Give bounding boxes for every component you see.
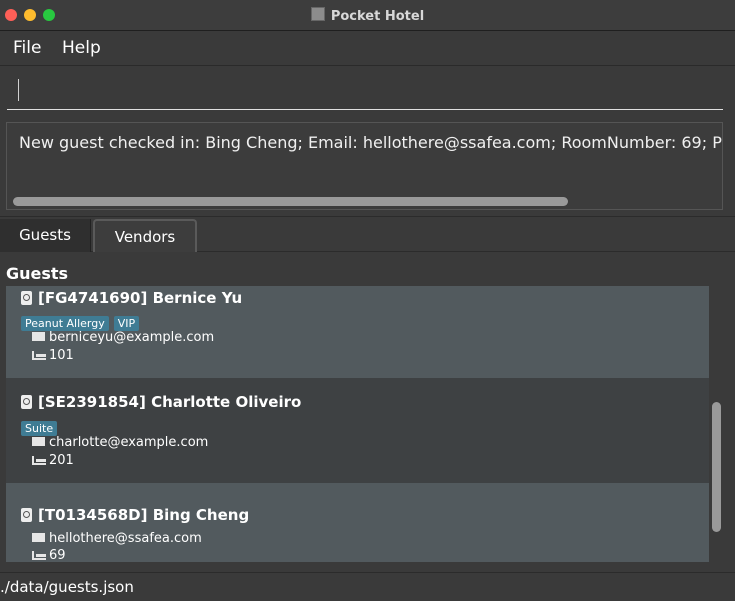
mail-icon: [32, 332, 45, 341]
tag-badge: VIP: [113, 316, 140, 331]
guest-name: Bing Cheng: [152, 506, 250, 524]
guest-card[interactable]: [T0134568D] Bing Cheng hellothere@ssafea…: [6, 483, 709, 562]
bed-icon: [32, 551, 46, 560]
menu-help[interactable]: Help: [62, 38, 101, 58]
guest-email: hellothere@ssafea.com: [49, 531, 202, 546]
guest-room-row: 201: [32, 453, 74, 468]
guest-list-heading: Guests: [6, 264, 69, 283]
passport-icon: [21, 395, 32, 409]
bed-icon: [32, 351, 46, 360]
hotel-icon: [310, 7, 325, 21]
guest-email: berniceyu@example.com: [49, 330, 215, 345]
result-display: New guest checked in: Bing Cheng; Email:…: [6, 122, 723, 210]
title-bar: Pocket Hotel: [0, 0, 735, 31]
guest-tags: Suite: [21, 417, 62, 436]
menu-file[interactable]: File: [13, 38, 41, 58]
vertical-scrollbar-thumb[interactable]: [712, 402, 721, 532]
status-bar: ./data/guests.json: [0, 572, 735, 601]
tab-bar: Guests Vendors: [0, 216, 735, 252]
guest-title: [FG4741690] Bernice Yu: [21, 289, 242, 307]
text-caret: [18, 79, 19, 101]
result-message: New guest checked in: Bing Cheng; Email:…: [19, 133, 723, 152]
guest-name: Charlotte Oliveiro: [151, 393, 302, 411]
guest-list[interactable]: [FG4741690] Bernice Yu Peanut Allergy VIP…: [6, 286, 709, 562]
vertical-scrollbar[interactable]: [711, 286, 722, 562]
tab-guests[interactable]: Guests: [0, 219, 91, 252]
passport-icon: [21, 291, 32, 305]
window-title: Pocket Hotel: [0, 7, 735, 24]
guest-card[interactable]: [FG4741690] Bernice Yu Peanut Allergy VIP…: [6, 286, 709, 378]
window-title-text: Pocket Hotel: [330, 9, 425, 24]
bed-icon: [32, 456, 46, 465]
guest-email-row: charlotte@example.com: [32, 435, 208, 450]
guest-room: 101: [49, 348, 74, 363]
tab-vendors[interactable]: Vendors: [93, 219, 197, 252]
mail-icon: [32, 437, 45, 446]
guest-name: Bernice Yu: [152, 289, 243, 307]
guest-room-row: 69: [32, 548, 66, 562]
guest-card[interactable]: [SE2391854] Charlotte Oliveiro Suite cha…: [6, 378, 709, 483]
guest-email-row: berniceyu@example.com: [32, 330, 214, 345]
guest-email: charlotte@example.com: [49, 435, 209, 450]
guest-room-row: 101: [32, 348, 74, 363]
guest-title: [SE2391854] Charlotte Oliveiro: [21, 393, 301, 411]
horizontal-scrollbar[interactable]: [13, 197, 568, 206]
passport-icon: [21, 508, 32, 522]
mail-icon: [32, 533, 45, 542]
guest-id: [FG4741690]: [38, 289, 148, 307]
guest-tags: Peanut Allergy VIP: [21, 312, 144, 331]
tag-badge: Peanut Allergy: [21, 316, 109, 331]
guest-email-row: hellothere@ssafea.com: [32, 531, 202, 546]
tag-badge: Suite: [21, 421, 58, 436]
guest-id: [SE2391854]: [38, 393, 146, 411]
guest-room: 201: [49, 453, 74, 468]
data-file-path: ./data/guests.json: [0, 578, 134, 596]
menu-bar: File Help: [0, 31, 735, 66]
guest-title: [T0134568D] Bing Cheng: [21, 506, 249, 524]
guest-id: [T0134568D]: [38, 506, 148, 524]
command-input[interactable]: [7, 70, 723, 108]
guest-room: 69: [49, 548, 66, 562]
command-box: [7, 70, 723, 110]
